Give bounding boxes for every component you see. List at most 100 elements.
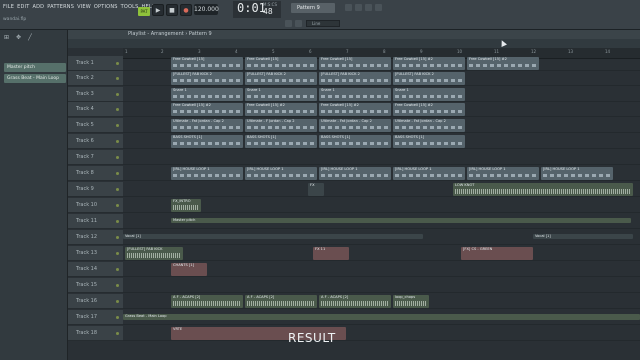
pattern-selector[interactable]: Pattern 9 — [291, 3, 335, 13]
pattern-clip[interactable]: Ultimate - Fat Jordan - Cap 2 — [393, 119, 465, 132]
pattern-clip[interactable]: [IRL] HOUSE LOOP 1 — [319, 167, 391, 180]
track-lane[interactable]: [FULLEST] FAB KICK FX 11 [FX] CS - GREEN — [123, 246, 640, 261]
track-header[interactable]: Track 7 — [68, 150, 123, 165]
channel-rack-icon[interactable] — [365, 4, 372, 11]
track-header[interactable]: Track 2 — [68, 71, 123, 86]
pattern-clip[interactable]: [IRL] HOUSE LOOP 1 — [467, 167, 539, 180]
pattern-clip[interactable]: BASS SHOTS [1] — [393, 135, 465, 148]
mixer-icon[interactable] — [355, 4, 362, 11]
menu-options[interactable]: OPTIONS — [94, 4, 118, 10]
pattern-song-toggle[interactable]: PAT — [138, 7, 150, 16]
track-mute-led[interactable] — [116, 93, 119, 96]
snap-selector[interactable]: Line — [306, 20, 340, 27]
audio-clip[interactable]: Vocal [1] — [123, 234, 423, 239]
grid-icon[interactable]: ⊞ — [4, 34, 9, 42]
track-lane[interactable]: BASS SHOTS [1] BASS SHOTS [1] BASS SHOTS… — [123, 134, 640, 149]
track-header[interactable]: Track 6 — [68, 134, 123, 149]
track-mute-led[interactable] — [116, 300, 119, 303]
track-header[interactable]: Track 8 — [68, 166, 123, 181]
audio-clip[interactable]: FX_INTRO — [171, 199, 201, 212]
track-mute-led[interactable] — [116, 220, 119, 223]
picker-item-master-pitch[interactable]: Master pitch — [4, 63, 66, 72]
play-button[interactable]: ▶ — [152, 4, 164, 16]
audio-clip[interactable]: FX — [308, 183, 324, 196]
track-lane[interactable] — [123, 150, 640, 165]
track-lane[interactable]: FX_INTRO — [123, 198, 640, 213]
pattern-clip[interactable]: Ultimate - F Jordan - Cap 2 — [245, 119, 317, 132]
track-lane[interactable]: [FULLEST] FAB KICK 2 [FULLEST] FAB KICK … — [123, 71, 640, 86]
track-mute-led[interactable] — [116, 332, 119, 335]
track-mute-led[interactable] — [116, 268, 119, 271]
pattern-clip[interactable]: Snare 1 — [245, 88, 317, 101]
pattern-clip[interactable]: [FULLEST] FAB KICK 2 — [171, 72, 243, 85]
track-mute-led[interactable] — [116, 316, 119, 319]
audio-clip[interactable]: LOW KNOT — [453, 183, 633, 196]
track-lane[interactable]: A F - ACAPS [2] A F - ACAPS [2] A F - AC… — [123, 294, 640, 309]
menu-edit[interactable]: EDIT — [17, 4, 29, 10]
record-button[interactable]: ● — [180, 4, 192, 16]
pattern-clip[interactable]: Snare 1 — [393, 88, 465, 101]
track-lane[interactable] — [123, 278, 640, 293]
track-lane[interactable]: Ultimate - Fat Jordan - Cap 2 Ultimate -… — [123, 118, 640, 133]
pattern-clip[interactable]: Free Cowbell [15] #2 — [319, 103, 391, 116]
pattern-clip[interactable]: Free Cowbell [15] — [319, 57, 391, 70]
pencil-icon[interactable]: ╱ — [28, 34, 32, 42]
pattern-clip[interactable]: Free Cowbell [15] #2 — [245, 103, 317, 116]
audio-clip[interactable]: A F - ACAPS [2] — [171, 295, 243, 308]
track-lane[interactable]: CHANTS [1] — [123, 262, 640, 277]
track-header[interactable]: Track 15 — [68, 278, 123, 293]
menu-add[interactable]: ADD — [32, 4, 44, 10]
track-mute-led[interactable] — [116, 156, 119, 159]
track-lane[interactable]: VRTE — [123, 326, 640, 341]
track-lane[interactable]: Snare 1 Snare 1 Snare 1 Snare 1 — [123, 87, 640, 102]
pattern-clip[interactable]: Free Cowbell [15] — [171, 57, 243, 70]
stop-button[interactable]: ■ — [166, 4, 178, 16]
track-lane[interactable]: FX LOW KNOT — [123, 182, 640, 197]
track-header[interactable]: Track 18 — [68, 326, 123, 341]
pattern-clip[interactable]: BASS SHOTS [1] — [171, 135, 243, 148]
pattern-clip[interactable]: Free Cowbell [15] #2 — [171, 103, 243, 116]
pattern-clip[interactable]: Free Cowbell [15] — [245, 57, 317, 70]
pattern-clip[interactable]: Ultimate - Fat Jordan - Cap 2 — [171, 119, 243, 132]
track-lane[interactable]: Grass Beat - Main Loop — [123, 310, 640, 325]
track-header[interactable]: Track 17 — [68, 310, 123, 325]
audio-clip[interactable]: [FX] CS - GREEN — [461, 247, 533, 260]
track-header[interactable]: Track 13 — [68, 246, 123, 261]
track-header[interactable]: Track 11 — [68, 214, 123, 229]
track-mute-led[interactable] — [116, 204, 119, 207]
automation-clip[interactable]: Master pitch — [171, 218, 631, 223]
pattern-clip[interactable]: Ultimate - Fat Jordan - Cap 2 — [319, 119, 391, 132]
menu-tools[interactable]: TOOLS — [121, 4, 139, 10]
track-mute-led[interactable] — [116, 77, 119, 80]
track-mute-led[interactable] — [116, 252, 119, 255]
track-mute-led[interactable] — [116, 236, 119, 239]
audio-clip[interactable]: [FULLEST] FAB KICK — [125, 247, 183, 260]
menu-view[interactable]: VIEW — [77, 4, 91, 10]
audio-clip[interactable]: CHANTS [1] — [171, 263, 207, 276]
audio-clip[interactable]: A F - ACAPS [2] — [319, 295, 391, 308]
pattern-clip[interactable]: [FULLEST] FAB KICK 2 — [319, 72, 391, 85]
track-header[interactable]: Track 5 — [68, 118, 123, 133]
track-mute-led[interactable] — [116, 62, 119, 65]
track-header[interactable]: Track 3 — [68, 87, 123, 102]
track-mute-led[interactable] — [116, 172, 119, 175]
tempo-display[interactable]: 120.000 — [194, 4, 219, 15]
track-mute-led[interactable] — [116, 140, 119, 143]
track-lane[interactable]: Free Cowbell [15] #2 Free Cowbell [15] #… — [123, 102, 640, 117]
track-header[interactable]: Track 16 — [68, 294, 123, 309]
audio-clip[interactable]: Grass Beat - Main Loop — [123, 314, 640, 320]
audio-clip[interactable]: FX 11 — [313, 247, 349, 260]
track-header[interactable]: Track 10 — [68, 198, 123, 213]
track-mute-led[interactable] — [116, 284, 119, 287]
pattern-clip[interactable]: [IRL] HOUSE LOOP 1 — [393, 167, 465, 180]
move-icon[interactable]: ✥ — [16, 34, 21, 42]
browser-icon[interactable] — [375, 4, 382, 11]
pattern-clip[interactable]: Snare 1 — [171, 88, 243, 101]
picker-item-grass-beat[interactable]: Grass Beat - Main Loop — [4, 74, 66, 83]
pattern-clip[interactable]: BASS SHOTS [1] — [319, 135, 391, 148]
audio-clip[interactable]: A F - ACAPS [2] — [245, 295, 317, 308]
track-lane[interactable]: Vocal [1] Vocal [1] — [123, 230, 640, 245]
track-mute-led[interactable] — [116, 124, 119, 127]
pattern-clip[interactable]: [IRL] HOUSE LOOP 1 — [171, 167, 243, 180]
pattern-clip[interactable]: Free Cowbell [15] #2 — [393, 103, 465, 116]
